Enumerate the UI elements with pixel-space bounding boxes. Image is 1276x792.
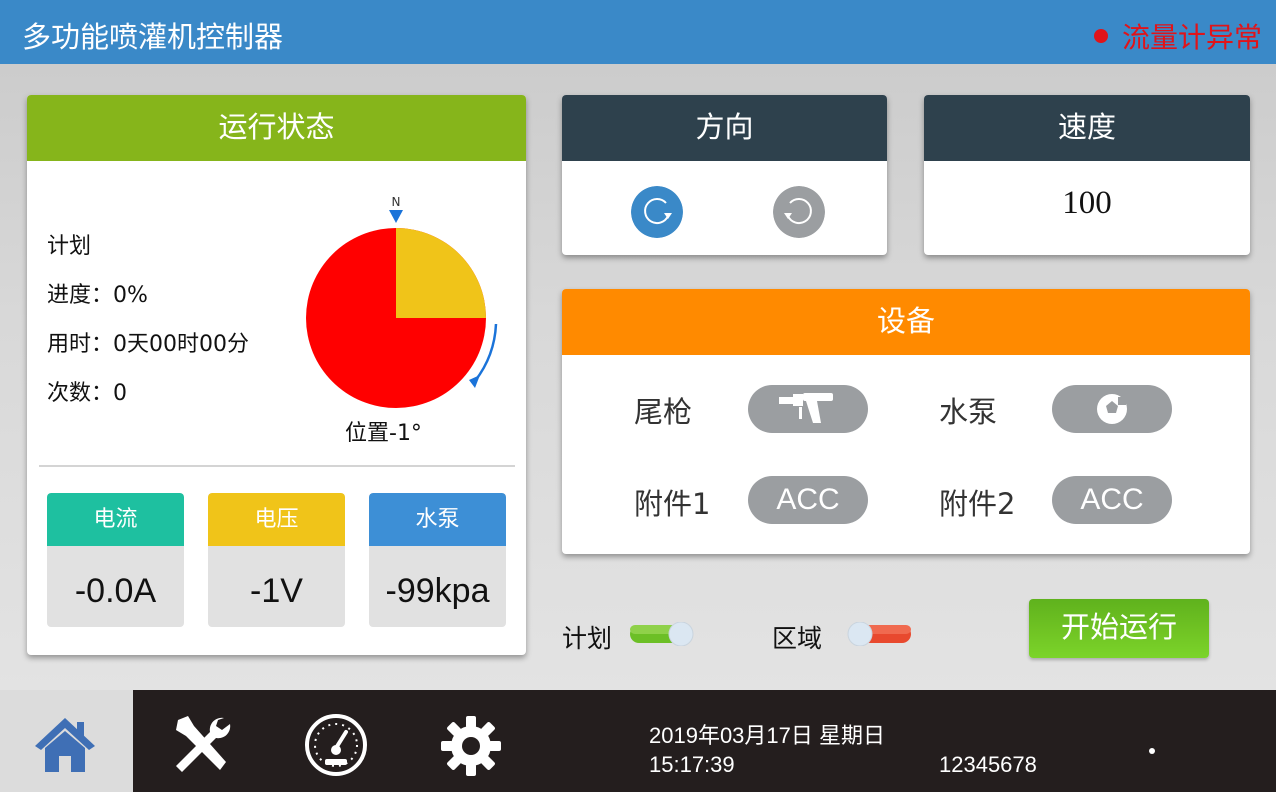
plan-label: 计划 [47,234,92,259]
plan-toggle-label: 计划 [562,624,613,653]
end-gun-label: 尾枪 [634,395,693,429]
pump-label: 水泵 [939,395,998,429]
accessory1-label: 附件1 [634,487,711,521]
dial-sector [396,228,486,318]
device-code: 12345678 [939,752,1037,777]
status-indicator-dot [1149,748,1155,754]
direction-panel: 方向 [562,95,887,255]
end-gun-button[interactable] [748,385,868,433]
spray-gun-icon [779,393,833,423]
accessory1-button[interactable]: ACC [748,476,868,524]
start-button[interactable]: 开始运行 [1029,599,1209,658]
alarm-dot-icon [1093,29,1108,43]
alarm-text: 流量计异常 [1121,21,1262,54]
current-value: -0.0A [74,572,157,610]
status-divider [39,465,515,467]
voltage-meter: 电压 -1V [208,493,345,627]
rotate-counterclockwise-icon[interactable] [773,186,825,238]
elapsed-text: 用时：0天00时00分 [47,332,249,357]
app-title: 多功能喷灌机控制器 [22,20,284,54]
speed-panel: 速度 100 [924,95,1250,255]
direction-panel-title: 方向 [562,95,887,161]
position-dial: N [306,195,498,408]
current-meter: 电流 -0.0A [47,493,184,627]
pressure-value: -99kpa [385,572,490,610]
device-panel-title: 设备 [562,289,1250,355]
gear-icon[interactable] [439,714,503,778]
date-text: 2019年03月17日 星期日 [649,723,885,748]
accessory2-button[interactable]: ACC [1052,476,1172,524]
speed-value[interactable]: 100 [924,185,1250,222]
status-panel: 运行状态 计划 进度：0% 用时：0天00时00分 次数：0 N 位置-1° 电… [27,95,526,655]
current-label: 电流 [47,493,184,546]
voltage-value: -1V [250,572,303,610]
pressure-meter: 水泵 -99kpa [369,493,506,627]
count-text: 次数：0 [47,381,127,406]
area-toggle-label: 区域 [772,624,823,653]
nav-home[interactable] [0,690,133,792]
north-marker-icon [389,210,403,223]
speed-panel-title: 速度 [924,95,1250,161]
pressure-label: 水泵 [369,493,506,546]
device-panel: 设备 尾枪 水泵 附件1 ACC 附件2 ACC [562,289,1250,554]
plan-toggle[interactable] [630,622,696,646]
tools-icon[interactable] [168,712,234,778]
rotate-clockwise-icon[interactable] [631,186,683,238]
accessory2-label: 附件2 [939,487,1016,521]
pump-button[interactable] [1052,385,1172,433]
home-icon [35,718,95,772]
alarm-status[interactable]: 流量计异常 [1093,16,1262,56]
voltage-label: 电压 [208,493,345,546]
bottom-nav: 2019年03月17日 星期日 15:17:39 12345678 [0,690,1276,792]
position-label: 位置-1° [345,421,422,446]
pump-icon [1097,394,1127,424]
progress-text: 进度：0% [47,283,148,308]
status-panel-title: 运行状态 [27,95,526,161]
title-bar: 多功能喷灌机控制器 流量计异常 [0,0,1276,64]
gauge-icon[interactable] [303,712,369,778]
compass-north-label: N [392,195,401,209]
area-toggle[interactable] [845,622,911,646]
time-text: 15:17:39 [649,752,735,777]
